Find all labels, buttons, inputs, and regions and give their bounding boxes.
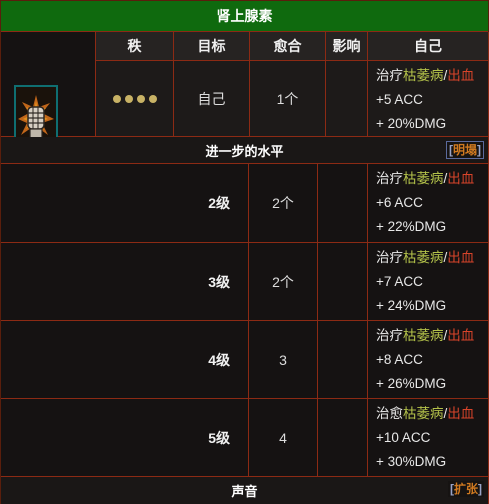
skill-icon-cell — [1, 32, 96, 155]
effect-bleed: 出血 — [447, 406, 475, 421]
level-self-effects: 治疗枯萎病/出血 +8 ACC + 26%DMG — [368, 321, 489, 399]
rank-dot — [112, 94, 121, 103]
effect-acc: +8 ACC — [376, 352, 423, 367]
effect-bleed: 出血 — [447, 250, 475, 265]
level-label: 2级 — [1, 164, 249, 243]
level-heal: 2个 — [249, 243, 318, 321]
effect-prefix: 治愈 — [376, 406, 403, 421]
rank-dot — [124, 94, 133, 103]
col-target-header: 目标 — [174, 32, 250, 61]
effect-bleed: 出血 — [447, 171, 475, 186]
level-label: 4级 — [1, 321, 249, 399]
expand-toggle[interactable]: [扩张] — [447, 481, 484, 497]
effect-dmg: + 24%DMG — [376, 298, 447, 313]
effect-blight: 枯萎病 — [403, 406, 444, 421]
base-heal: 1个 — [250, 61, 326, 137]
level-heal: 2个 — [249, 164, 318, 243]
level-heal: 4 — [249, 399, 318, 477]
effect-prefix: 治疗 — [376, 250, 403, 265]
base-target: 自己 — [174, 61, 250, 137]
effect-prefix: 治疗 — [376, 68, 403, 83]
col-heal-header: 愈合 — [250, 32, 326, 61]
upgrade-levels-label: 进一步的水平 — [205, 143, 284, 159]
col-rank-header: 秩 — [96, 32, 174, 61]
effect-acc: +5 ACC — [376, 92, 423, 107]
level-effect — [318, 243, 368, 321]
effect-dmg: + 20%DMG — [376, 116, 447, 131]
level-effect — [318, 399, 368, 477]
effect-acc: +6 ACC — [376, 195, 423, 210]
effect-dmg: + 26%DMG — [376, 376, 447, 391]
effect-prefix: 治疗 — [376, 328, 403, 343]
effect-dmg: + 30%DMG — [376, 454, 447, 469]
rank-dot — [148, 94, 157, 103]
effect-blight: 枯萎病 — [403, 68, 444, 83]
effect-blight: 枯萎病 — [403, 171, 444, 186]
expand-toggle-label: 扩张 — [453, 482, 478, 496]
skill-table: 肾上腺素 秩 目标 愈合 影响 自己 自己 1个 治疗枯萎病/出血 +5 ACC… — [0, 0, 489, 504]
sound-bar: 声音 [扩张] — [1, 477, 489, 504]
col-effect-header: 影响 — [326, 32, 368, 61]
base-effect — [326, 61, 368, 137]
skill-title: 肾上腺素 — [1, 1, 488, 32]
effect-dmg: + 22%DMG — [376, 219, 447, 234]
effect-acc: +10 ACC — [376, 430, 431, 445]
sound-label: 声音 — [231, 484, 258, 499]
effect-bleed: 出血 — [447, 328, 475, 343]
collapse-toggle[interactable]: [明塌] — [445, 141, 484, 159]
col-self-header: 自己 — [368, 32, 489, 61]
level-effect — [318, 164, 368, 243]
level-effect — [318, 321, 368, 399]
level-self-effects: 治疗枯萎病/出血 +7 ACC + 24%DMG — [368, 243, 489, 321]
effect-blight: 枯萎病 — [403, 250, 444, 265]
rank-dots — [96, 61, 174, 137]
upgrade-levels-bar: 进一步的水平 [明塌] — [1, 137, 489, 164]
level-label: 5级 — [1, 399, 249, 477]
rank-dot — [136, 94, 145, 103]
level-self-effects: 治疗枯萎病/出血 +6 ACC + 22%DMG — [368, 164, 489, 243]
effect-acc: +7 ACC — [376, 274, 423, 289]
level-heal: 3 — [249, 321, 318, 399]
effect-prefix: 治疗 — [376, 171, 403, 186]
effect-blight: 枯萎病 — [403, 328, 444, 343]
collapse-toggle-label: 明塌 — [452, 143, 477, 157]
level-self-effects: 治愈枯萎病/出血 +10 ACC + 30%DMG — [368, 399, 489, 477]
base-self-effects: 治疗枯萎病/出血 +5 ACC + 20%DMG — [368, 61, 489, 137]
effect-bleed: 出血 — [447, 68, 475, 83]
level-label: 3级 — [1, 243, 249, 321]
